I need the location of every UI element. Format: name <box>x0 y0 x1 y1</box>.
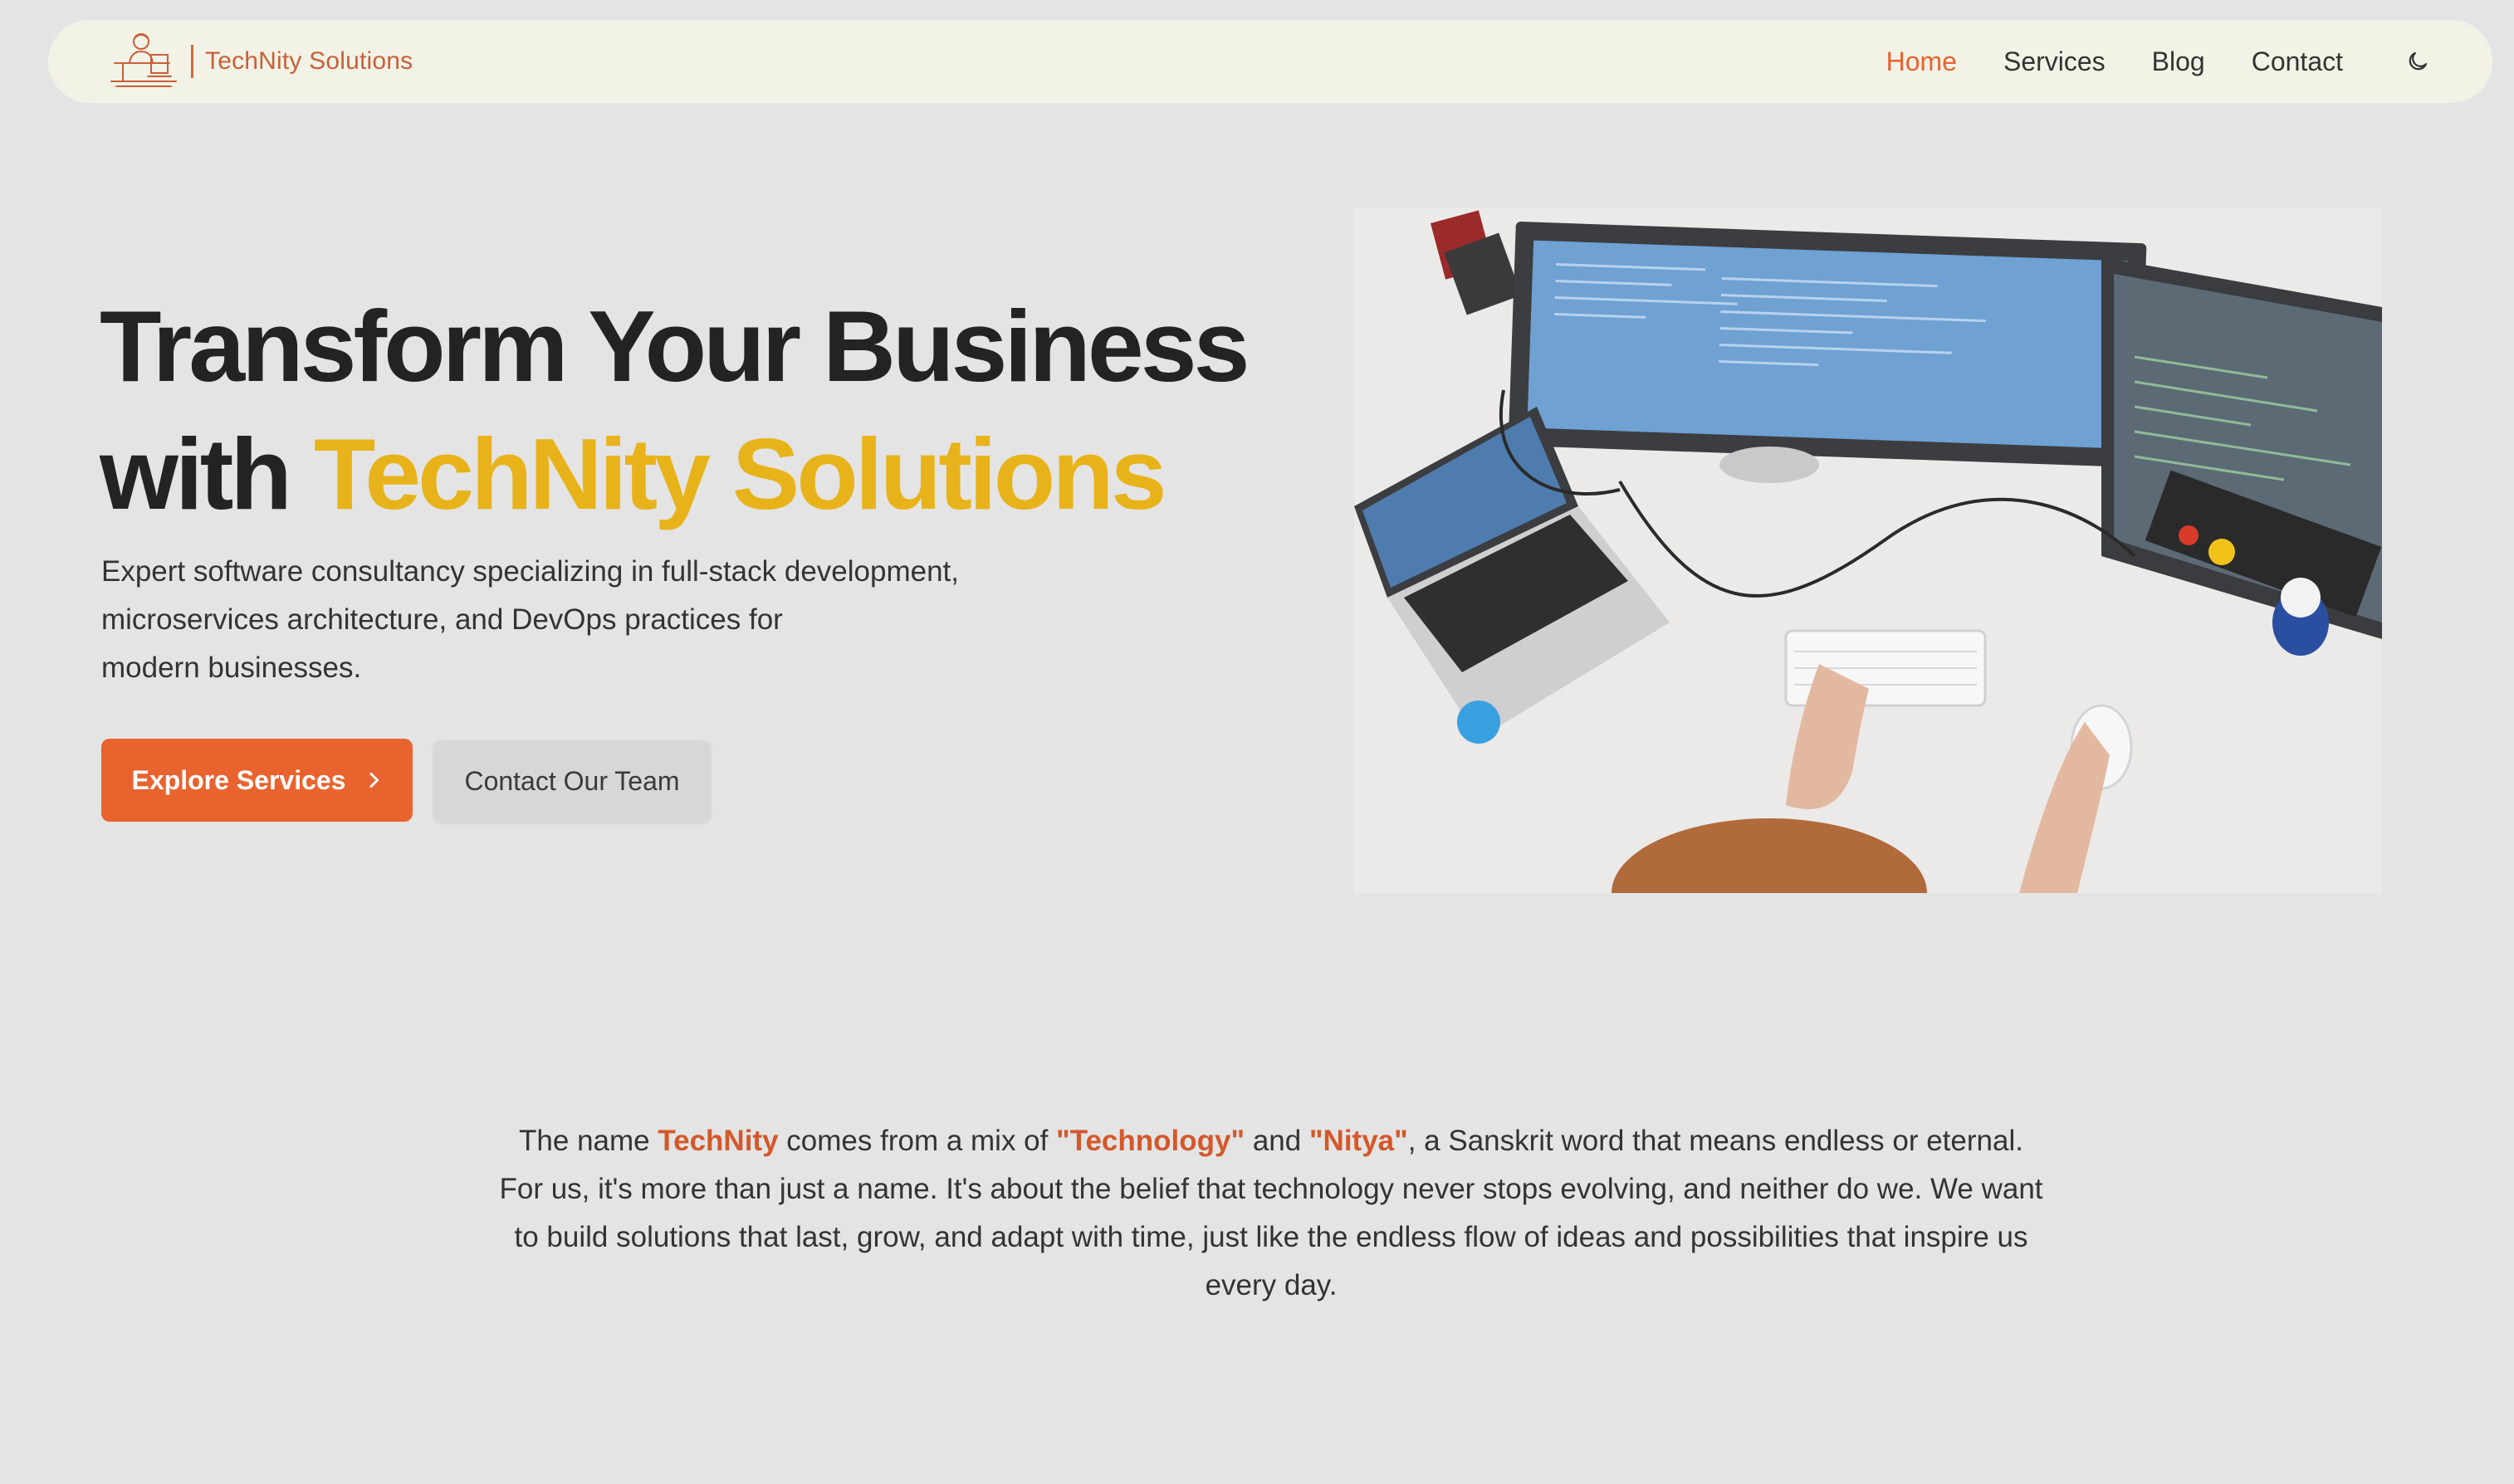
hero-title-accent: TechNity Solutions <box>313 417 1167 530</box>
theme-toggle-button[interactable] <box>2399 43 2436 80</box>
hero-workspace-image <box>1354 207 2382 893</box>
moon-icon <box>2409 51 2428 71</box>
hero-description-line3: modern businesses. <box>101 652 362 684</box>
nav-contact[interactable]: Contact <box>2252 46 2343 77</box>
about-highlight-nitya: "Nitya" <box>1308 1125 1408 1157</box>
about-name-paragraph: The name TechNity comes from a mix of "T… <box>498 1117 2044 1310</box>
hero-description-line1: Expert software consultancy specializing… <box>101 555 959 588</box>
hero-description-line2: microservices architecture, and DevOps p… <box>101 603 783 636</box>
main-nav: Home Services Blog Contact <box>1840 43 2436 80</box>
contact-team-label: Contact Our Team <box>464 765 680 796</box>
explore-services-button[interactable]: Explore Services <box>101 739 413 822</box>
page: TechNity Solutions Home Services Blog Co… <box>0 0 2514 1484</box>
brand-logo-link[interactable]: TechNity Solutions <box>105 30 413 93</box>
hero-title: Transform Your Business with TechNity So… <box>100 282 1312 538</box>
hero-title-prefix: with <box>100 417 314 530</box>
brand-divider <box>191 45 193 78</box>
nav-services[interactable]: Services <box>2003 46 2106 77</box>
about-text-part3: and <box>1245 1125 1309 1157</box>
brand-name: TechNity Solutions <box>205 47 413 75</box>
hero-description: Expert software consultancy specializing… <box>101 548 1064 692</box>
about-highlight-technity: TechNity <box>658 1125 779 1157</box>
developer-logo-icon <box>110 33 177 87</box>
workspace-photo-illustration <box>1354 207 2382 893</box>
navbar: TechNity Solutions Home Services Blog Co… <box>48 20 2492 103</box>
nav-home[interactable]: Home <box>1886 46 1957 77</box>
hero-title-line1: Transform Your Business <box>100 290 1250 403</box>
explore-services-label: Explore Services <box>131 764 346 795</box>
chevron-right-icon <box>369 773 379 788</box>
nav-blog[interactable]: Blog <box>2152 46 2205 77</box>
about-highlight-technology: "Technology" <box>1056 1125 1245 1157</box>
about-text-part2: comes from a mix of <box>778 1125 1057 1157</box>
about-text-part1: The name <box>519 1125 658 1157</box>
contact-team-button[interactable]: Contact Our Team <box>433 740 711 822</box>
